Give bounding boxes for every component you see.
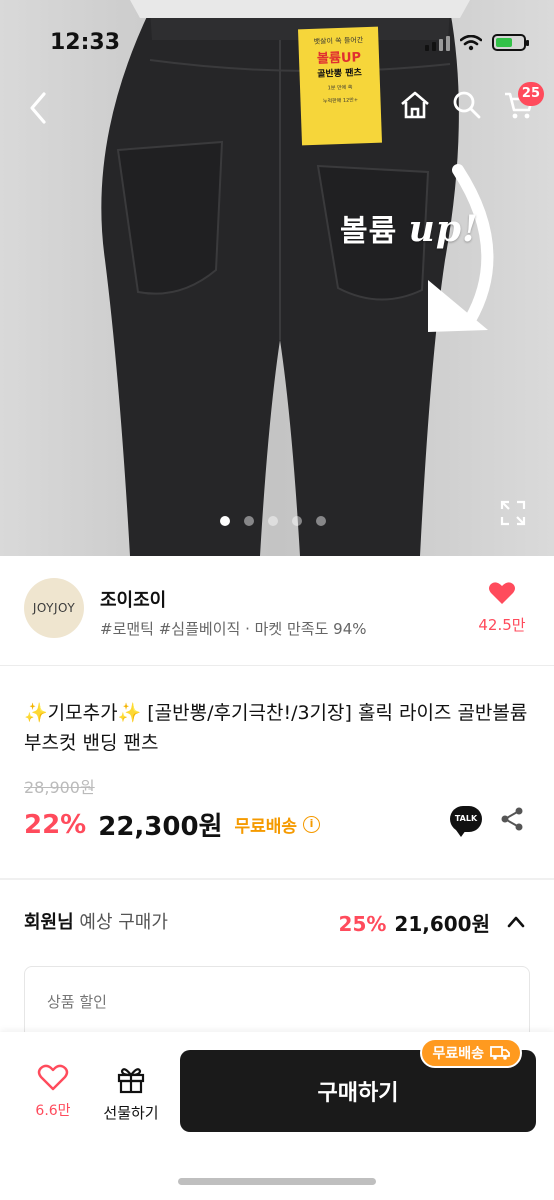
member-label-bold: 회원님: [24, 912, 74, 933]
info-icon[interactable]: i: [303, 816, 321, 833]
overlay-emphasis: up!: [408, 208, 479, 250]
truck-icon: [490, 1046, 510, 1060]
original-price: 28,900원: [24, 778, 95, 797]
shop-name[interactable]: 조이조이: [100, 586, 166, 612]
carousel-dot[interactable]: [244, 516, 254, 526]
status-time: 12:33: [50, 30, 121, 55]
product-title: ✨기모추가✨ [골반뽕/후기극찬!/3기장] 홀릭 라이즈 골반볼륨 부츠컷 밴…: [24, 702, 528, 754]
member-price-row[interactable]: 회원님 예상 구매가 25% 21,600원: [24, 908, 530, 938]
gift-button[interactable]: 선물하기: [96, 1064, 166, 1123]
product-actions: TALK: [450, 806, 524, 837]
cart-count-badge: 25: [517, 82, 544, 106]
free-shipping-chip: 무료배송: [420, 1038, 522, 1068]
member-price: 25% 21,600원: [339, 908, 490, 937]
tag-line: 뱃살이 쏙 들어간: [313, 36, 364, 46]
carousel-dot[interactable]: [292, 516, 302, 526]
tag-line: 골반뽕 팬츠: [317, 68, 363, 81]
free-shipping-text: 무료배송: [234, 817, 298, 837]
member-label-rest: 예상 구매가: [73, 912, 168, 933]
ship-chip-text: 무료배송: [432, 1046, 484, 1062]
header-actions: 25: [398, 82, 544, 122]
home-icon[interactable]: [398, 88, 432, 122]
member-discount: 25%: [338, 912, 387, 936]
shop-logo[interactable]: JOYJOY: [24, 578, 84, 638]
back-icon[interactable]: [24, 90, 54, 126]
heart-outline-icon: [37, 1064, 69, 1091]
product-hang-tag: 뱃살이 쏙 들어간 볼륨UP 골반뽕 팬츠 1분 만에 쏙 누적판매 12만+: [298, 26, 382, 146]
free-shipping-label[interactable]: 무료배송 i: [235, 812, 321, 837]
overlay-text: 볼륨: [340, 214, 398, 249]
member-price-value: 21,600원: [394, 912, 490, 936]
hero-overlay-text: 볼륨 up!: [340, 206, 479, 250]
discount-box-label: 상품 할인: [47, 993, 107, 1011]
gift-label: 선물하기: [103, 1104, 159, 1122]
wishlist-count: 6.6만: [35, 1103, 71, 1119]
shop-tags: #로맨틱 #심플베이직 · 마켓 만족도 94%: [100, 620, 367, 638]
tag-line: 누적판매 12만+: [322, 97, 359, 105]
shop-like-count: 42.5만: [478, 616, 526, 634]
shop-info-row[interactable]: JOYJOY 조이조이 #로맨틱 #심플베이직 · 마켓 만족도 94% 42.…: [0, 556, 554, 666]
price-row: 22% 22,300원 무료배송 i: [24, 806, 321, 843]
kakao-talk-icon[interactable]: TALK: [450, 806, 482, 837]
battery-icon: [492, 34, 529, 51]
section-divider: [0, 878, 554, 880]
bottom-action-bar: 6.6만 선물하기 구매하기 무료배송: [0, 1032, 554, 1200]
product-image-carousel[interactable]: 뱃살이 쏙 들어간 볼륨UP 골반뽕 팬츠 1분 만에 쏙 누적판매 12만+ …: [0, 0, 554, 556]
member-price-label: 회원님 예상 구매가: [24, 908, 168, 934]
heart-filled-icon: [489, 582, 515, 604]
shop-like-button[interactable]: 42.5만: [472, 580, 532, 635]
signal-icon: [425, 35, 450, 51]
discount-rate: 22%: [24, 809, 87, 840]
search-icon[interactable]: [450, 88, 484, 122]
wifi-icon: [460, 34, 482, 50]
carousel-indicator: [0, 516, 554, 526]
chevron-up-icon[interactable]: [506, 912, 526, 932]
wishlist-button[interactable]: 6.6만: [26, 1064, 80, 1120]
tag-line: 1분 만에 쏙: [327, 84, 353, 92]
gift-icon: [117, 1068, 145, 1094]
status-icons: [425, 34, 529, 51]
sale-price: 22,300원: [98, 812, 223, 842]
product-photo: [101, 0, 494, 556]
expand-icon[interactable]: [500, 500, 526, 526]
share-icon[interactable]: [500, 806, 524, 832]
carousel-dot[interactable]: [220, 516, 230, 526]
home-indicator: [178, 1178, 376, 1185]
cart-button[interactable]: 25: [502, 82, 544, 122]
carousel-dot[interactable]: [268, 516, 278, 526]
carousel-dot[interactable]: [316, 516, 326, 526]
